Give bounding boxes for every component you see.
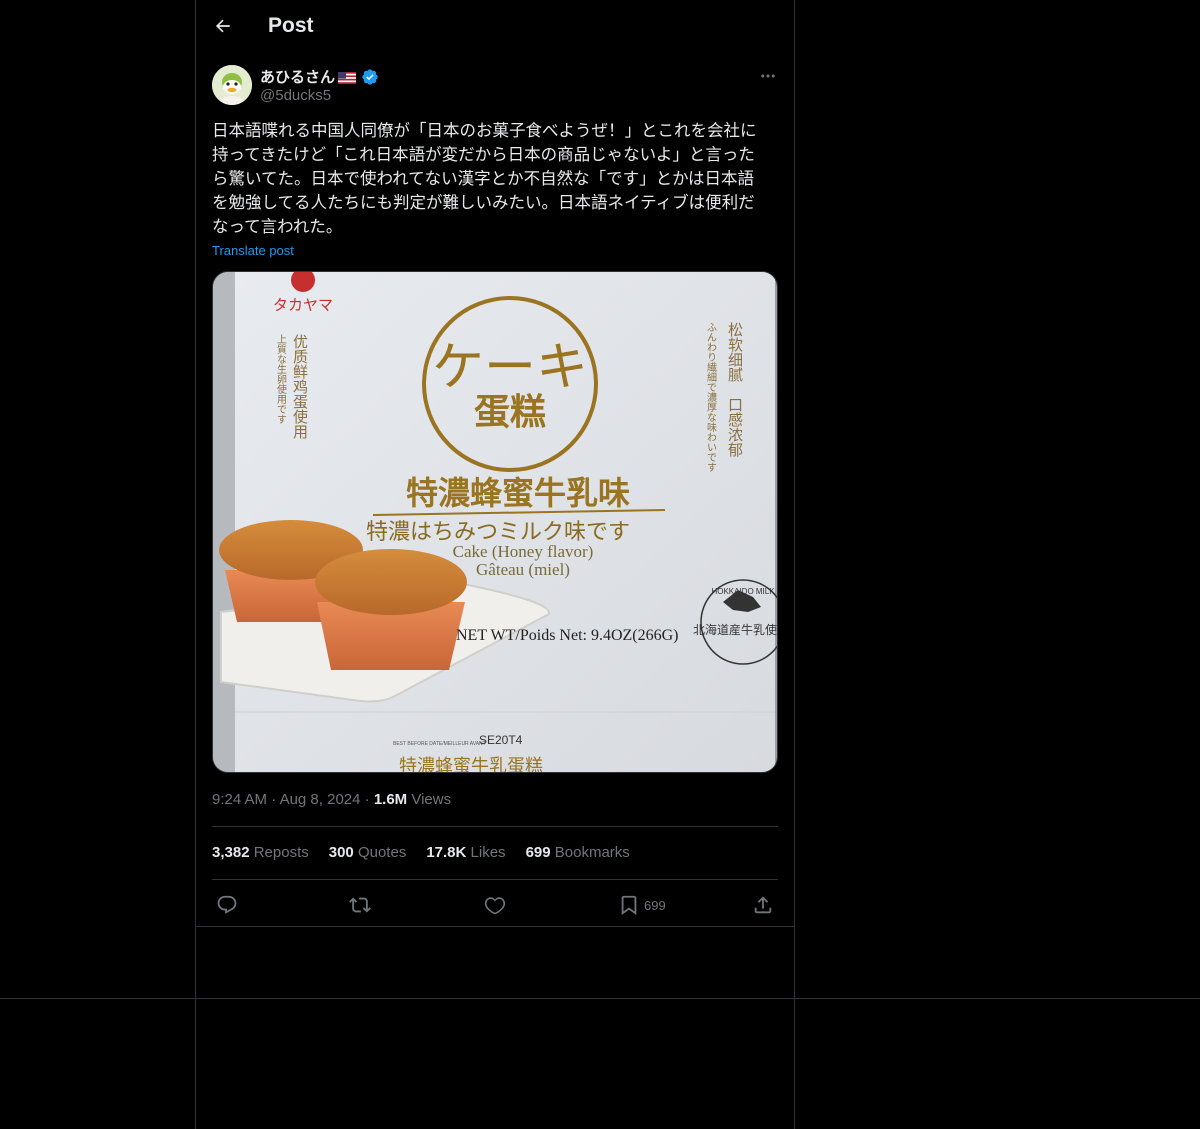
reposts-stat[interactable]: 3,382 Reposts [212, 844, 309, 861]
heart-icon [484, 897, 506, 915]
bottom-divider [0, 998, 1200, 999]
flag-icon [338, 71, 357, 84]
flavor-cn-label: 特濃蜂蜜牛乳味 [406, 474, 630, 512]
quotes-label: Quotes [357, 844, 407, 861]
post-text-line: 持ってきたけど「これ日本語が変だから日本の商品じゃないよ」と言った [212, 145, 755, 164]
seal-text: 北海道産牛乳使用 [693, 622, 778, 637]
post-time[interactable]: 9:24 AM [212, 791, 267, 808]
quotes-count: 300 [328, 844, 354, 861]
net-weight-label: NET WT/Poids Net: 9.4OZ(266G) [456, 627, 679, 644]
likes-stat[interactable]: 17.8K Likes [426, 844, 505, 861]
views-count: 1.6M [373, 791, 408, 808]
more-options-button[interactable] [756, 64, 780, 88]
name-en-label: Cake (Honey flavor) [453, 542, 594, 561]
author-handle[interactable]: @5ducks5 [260, 87, 331, 104]
repost-button[interactable] [349, 892, 371, 918]
right-vertical-text: 松软细腻 口感浓郁 [726, 322, 744, 458]
post-bottom-border [196, 926, 794, 927]
lot-number: SE20T4 [479, 733, 523, 747]
post-text-line: を勉強してる人たちにも判定が難しいみたい。日本語ネイティブは便利だ [212, 193, 755, 212]
left-column-border [195, 0, 196, 1129]
repost-icon [349, 897, 371, 913]
name-fr-label: Gâteau (miel) [476, 560, 570, 579]
bookmarks-label: Bookmarks [554, 844, 630, 861]
share-icon [754, 896, 772, 914]
author-name[interactable]: あひるさん [260, 66, 379, 87]
dot-separator: · [271, 791, 280, 808]
engagement-stats: 3,382 Reposts 300 Quotes 17.8K Likes 699… [212, 844, 630, 861]
post-text: 日本語喋れる中国人同僚が「日本のお菓子食べようぜ！」とこれを会社に 持ってきたけ… [212, 119, 778, 239]
dot-separator: · [364, 791, 374, 808]
cake-jp-label: ケーキ [432, 338, 588, 398]
translate-post-link[interactable]: Translate post [212, 243, 294, 258]
views-label: Views [411, 791, 452, 808]
share-button[interactable] [752, 892, 774, 918]
more-dots-icon [761, 74, 775, 78]
arrow-left-icon [215, 19, 230, 33]
bookmarks-stat[interactable]: 699 Bookmarks [526, 844, 630, 861]
right-vertical-subtext: ふんわり繊細で濃厚な味わいです [705, 322, 717, 472]
page-title: Post [268, 14, 314, 37]
reply-icon [217, 895, 237, 914]
reposts-label: Reposts [253, 844, 309, 861]
post-date[interactable]: Aug 8, 2024 [280, 791, 361, 808]
left-vertical-text: 优质鲜鸡蛋使用 [291, 334, 309, 440]
post-text-line: なって言われた。 [212, 217, 343, 236]
left-vertical-subtext: 上質な生卵使用です [275, 334, 287, 424]
page-header: Post [196, 0, 794, 53]
likes-label: Likes [470, 844, 506, 861]
bookmarks-count: 699 [525, 844, 551, 861]
author-display-name: あひるさん [260, 69, 336, 86]
reposts-count: 3,382 [212, 844, 250, 861]
likes-count: 17.8K [426, 844, 467, 861]
cake-cn-label: 蛋糕 [474, 391, 546, 433]
post-photo[interactable]: タカヤマ ケーキ 蛋糕 特濃蜂蜜牛乳味 特濃はちみつミルク味です Cake (H… [212, 271, 778, 773]
reply-button[interactable] [216, 892, 238, 918]
brand-name: タカヤマ [273, 296, 333, 314]
bookmark-icon [621, 895, 637, 916]
bookmark-count: 699 [644, 897, 666, 913]
best-before-label: BEST BEFORE DATE/MEILLEUR AVANT [393, 741, 486, 747]
post-meta: 9:24 AM · Aug 8, 2024 · 1.6M Views [212, 791, 451, 808]
stats-bottom-divider [212, 879, 778, 880]
verified-badge-icon [361, 68, 379, 86]
back-button[interactable] [210, 13, 236, 39]
bottom-label: 特濃蜂蜜牛乳蛋糕 [399, 756, 543, 773]
post-text-line: ら驚いてた。日本で使われてない漢字とか不自然な「です」とかは日本語 [212, 169, 755, 188]
stats-top-divider [212, 826, 778, 827]
avatar[interactable] [212, 65, 252, 105]
quotes-stat[interactable]: 300 Quotes [329, 844, 407, 861]
like-button[interactable] [484, 892, 506, 918]
post-text-line: 日本語喋れる中国人同僚が「日本のお菓子食べようぜ！」とこれを会社に [212, 121, 757, 140]
bookmark-button[interactable]: 699 [618, 892, 666, 918]
right-column-border [794, 0, 795, 1129]
